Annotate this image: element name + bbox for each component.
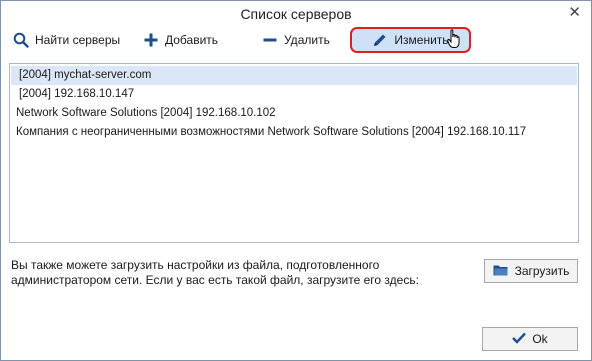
ok-label: Ok xyxy=(532,332,548,346)
server-list-dialog: Список серверов ✕ Найти серверы Добавить xyxy=(0,0,592,361)
magnifier-icon xyxy=(13,32,29,48)
checkmark-icon xyxy=(512,332,527,347)
list-item[interactable]: Компания с неограниченными возможностями… xyxy=(11,123,577,142)
dialog-title: Список серверов xyxy=(240,6,352,22)
list-item[interactable]: [2004] mychat-server.com xyxy=(11,66,577,85)
hand-cursor-icon xyxy=(447,29,461,52)
list-item[interactable]: [2004] 192.168.10.147 xyxy=(11,85,577,104)
pencil-icon xyxy=(372,32,388,48)
import-hint-line-1: Вы также можете загрузить настройки из ф… xyxy=(11,258,380,272)
import-hint-line-2: администратором сети. Если у вас есть та… xyxy=(11,273,419,287)
plus-icon xyxy=(143,32,159,48)
find-servers-label: Найти серверы xyxy=(35,33,121,47)
title-bar: Список серверов ✕ xyxy=(1,1,591,27)
import-hint-text: Вы также можете загрузить настройки из ф… xyxy=(11,258,481,288)
server-list[interactable]: [2004] mychat-server.com [2004] 192.168.… xyxy=(9,63,579,243)
add-server-button[interactable]: Добавить xyxy=(143,27,218,53)
load-label: Загрузить xyxy=(514,264,570,278)
edit-server-label: Изменить xyxy=(394,33,449,47)
add-server-label: Добавить xyxy=(165,33,219,47)
find-servers-button[interactable]: Найти серверы xyxy=(13,27,120,53)
load-from-file-button[interactable]: Загрузить xyxy=(484,259,578,283)
ok-button[interactable]: Ok xyxy=(482,327,578,351)
list-item[interactable]: Network Software Solutions [2004] 192.16… xyxy=(11,104,577,123)
remove-server-label: Удалить xyxy=(284,33,330,47)
toolbar: Найти серверы Добавить Удалить Изменить xyxy=(1,27,591,55)
minus-icon xyxy=(262,32,278,48)
remove-server-button[interactable]: Удалить xyxy=(262,27,330,53)
close-icon[interactable]: ✕ xyxy=(568,5,581,21)
folder-icon xyxy=(493,263,509,280)
